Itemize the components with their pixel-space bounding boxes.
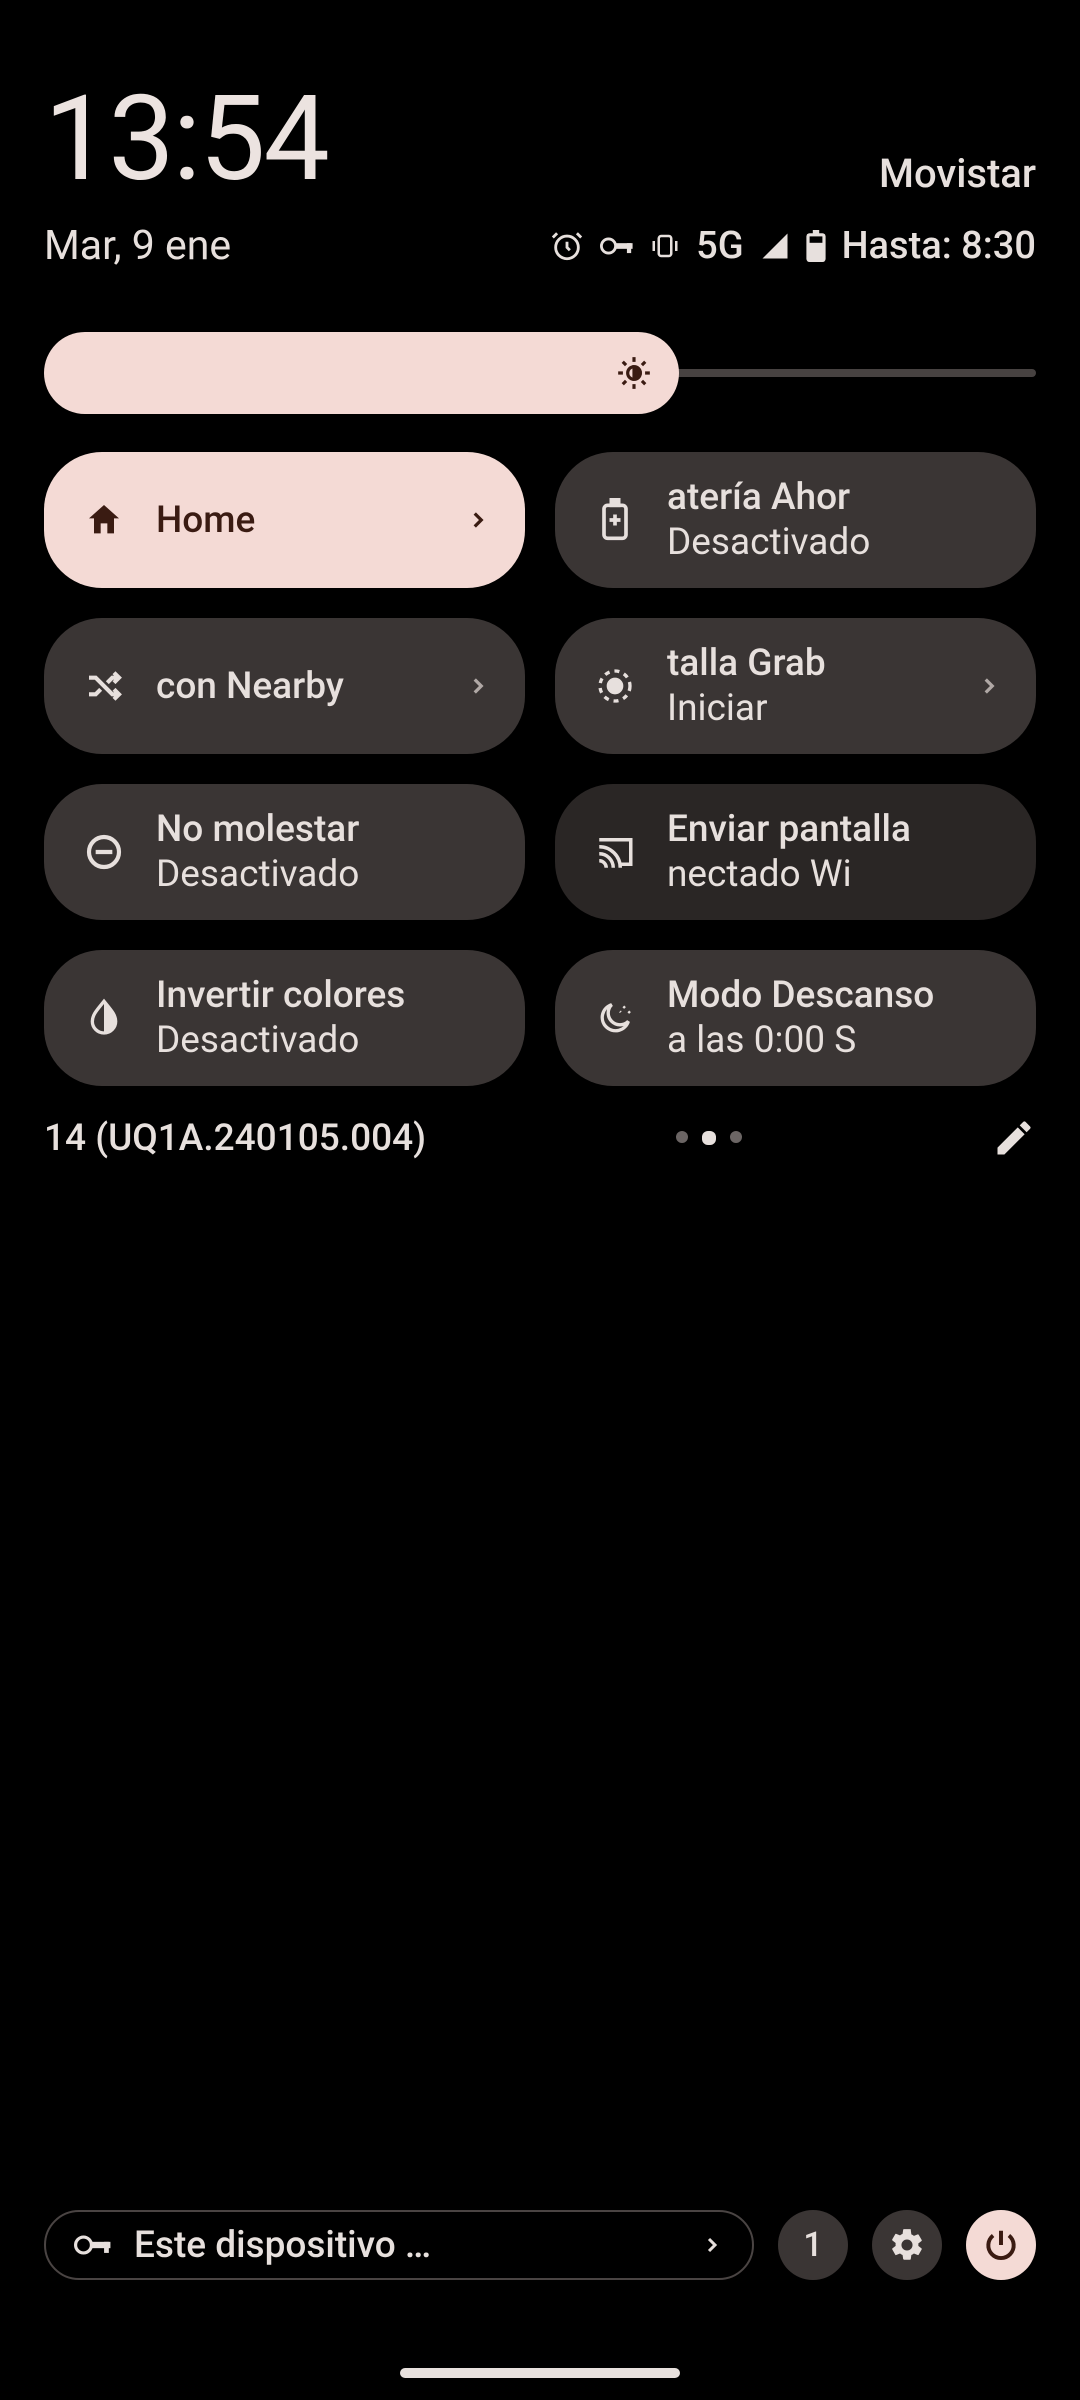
chevron-right-icon <box>976 673 1006 699</box>
user-switch-button[interactable]: 1 <box>778 2210 848 2280</box>
status-bar: 5G Hasta: 8:30 <box>550 224 1036 268</box>
tile-subtitle: Iniciar <box>667 687 976 730</box>
brightness-slider[interactable] <box>44 332 1036 414</box>
tile-dnd[interactable]: No molestarDesactivado <box>44 784 525 920</box>
record-icon <box>591 662 639 710</box>
tile-subtitle: Desactivado <box>156 853 495 896</box>
vpn-key-icon <box>600 234 634 258</box>
tile-title: Invertir colores <box>156 974 495 1017</box>
tile-text: Modo Descansoa las 0:00 S <box>667 974 1006 1062</box>
shuffle-icon <box>80 662 128 710</box>
tile-text: talla GrabIniciar <box>667 642 976 730</box>
vpn-key-icon <box>74 2232 112 2258</box>
tile-title: Enviar pantalla <box>667 808 1006 851</box>
chevron-right-icon <box>700 2233 724 2257</box>
carrier-label: Movistar <box>879 150 1036 197</box>
vibrate-icon <box>650 231 680 261</box>
moon-icon <box>591 994 639 1042</box>
page-indicator <box>676 1131 742 1145</box>
tile-title: Home <box>156 499 465 542</box>
home-icon <box>80 496 128 544</box>
cast-icon <box>591 828 639 876</box>
battery-icon <box>806 230 826 262</box>
tile-text: Home <box>156 499 465 542</box>
tile-subtitle: a las 0:00 S <box>667 1019 1006 1062</box>
invert-icon <box>80 994 128 1042</box>
settings-button[interactable] <box>872 2210 942 2280</box>
tile-title: No molestar <box>156 808 495 851</box>
tile-text: No molestarDesactivado <box>156 808 495 896</box>
power-button[interactable] <box>966 2210 1036 2280</box>
tile-nearby[interactable]: con Nearby <box>44 618 525 754</box>
edit-tiles-button[interactable] <box>992 1116 1036 1160</box>
tile-screen-record[interactable]: talla GrabIniciar <box>555 618 1036 754</box>
page-dot <box>676 1131 688 1143</box>
tile-battery-saver[interactable]: atería AhorDesactivado <box>555 452 1036 588</box>
battery-until-label: Hasta: 8:30 <box>842 224 1036 268</box>
date-label: Mar, 9 ene <box>44 222 231 270</box>
network-type-label: 5G <box>696 224 743 268</box>
tile-invert[interactable]: Invertir coloresDesactivado <box>44 950 525 1086</box>
chevron-right-icon <box>465 673 495 699</box>
build-label: 14 (UQ1A.240105.004) <box>44 1117 426 1160</box>
tile-subtitle: Desactivado <box>667 521 1006 564</box>
tile-text: con Nearby <box>156 665 465 708</box>
battery-plus-icon <box>591 496 639 544</box>
tile-title: talla Grab <box>667 642 976 685</box>
page-dot <box>730 1131 742 1143</box>
nav-handle[interactable] <box>400 2368 680 2378</box>
tile-subtitle: nectado Wi <box>667 853 1006 896</box>
alarm-icon <box>550 229 584 263</box>
page-dot <box>702 1131 716 1145</box>
dnd-icon <box>80 828 128 876</box>
chevron-right-icon <box>465 507 495 533</box>
tile-text: Invertir coloresDesactivado <box>156 974 495 1062</box>
tile-subtitle: Desactivado <box>156 1019 495 1062</box>
tile-home[interactable]: Home <box>44 452 525 588</box>
tile-title: atería Ahor <box>667 476 1006 519</box>
tile-bedtime[interactable]: Modo Descansoa las 0:00 S <box>555 950 1036 1086</box>
brightness-icon <box>615 354 653 392</box>
brightness-fill <box>44 332 679 414</box>
tile-cast[interactable]: Enviar pantallanectado Wi <box>555 784 1036 920</box>
tile-title: Modo Descanso <box>667 974 1006 1017</box>
tile-text: Enviar pantallanectado Wi <box>667 808 1006 896</box>
tile-text: atería AhorDesactivado <box>667 476 1006 564</box>
signal-icon <box>760 231 790 261</box>
device-chip[interactable]: Este dispositivo … <box>44 2210 754 2280</box>
tile-title: con Nearby <box>156 665 465 708</box>
device-chip-label: Este dispositivo … <box>134 2224 678 2267</box>
